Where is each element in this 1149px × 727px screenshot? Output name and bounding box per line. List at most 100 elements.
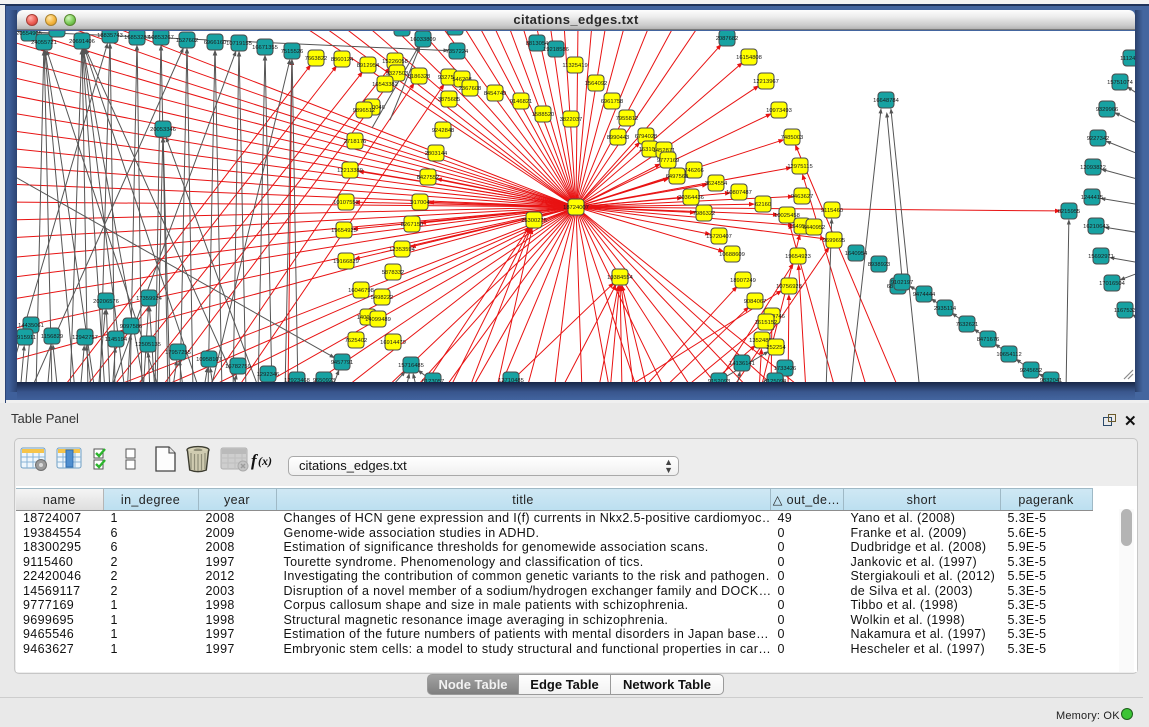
svg-text:8860124: 8860124: [331, 57, 354, 63]
svg-text:9245652: 9245652: [1020, 368, 1043, 374]
svg-text:1292346: 1292346: [257, 372, 280, 378]
svg-text:5878332: 5878332: [382, 270, 405, 276]
svg-text:9097586: 9097586: [120, 324, 143, 330]
svg-text:10107552: 10107552: [333, 200, 359, 206]
svg-text:1244415: 1244415: [1081, 195, 1104, 201]
svg-text:19654925: 19654925: [331, 228, 357, 234]
svg-text:17016504: 17016504: [1099, 281, 1126, 287]
svg-text:10958107: 10958107: [196, 357, 222, 363]
svg-text:20364436: 20364436: [678, 195, 704, 201]
svg-text:8267150: 8267150: [401, 222, 424, 228]
svg-text:20691406: 20691406: [69, 39, 95, 45]
svg-text:1588520: 1588520: [532, 112, 555, 118]
svg-text:9102197: 9102197: [891, 280, 914, 286]
svg-text:12213389: 12213389: [337, 168, 363, 174]
svg-text:15716485: 15716485: [398, 363, 424, 369]
svg-text:16154808: 16154808: [736, 55, 762, 61]
svg-text:10807487: 10807487: [726, 190, 752, 196]
svg-text:9699695: 9699695: [823, 238, 846, 244]
svg-text:18835743: 18835743: [97, 33, 123, 39]
svg-text:6966160: 6966160: [204, 40, 227, 46]
svg-text:9896512: 9896512: [353, 108, 376, 114]
svg-text:1527602: 1527602: [176, 38, 199, 44]
svg-text:2367608: 2367608: [459, 86, 482, 92]
svg-text:3624554: 3624554: [705, 181, 728, 187]
svg-text:16853287: 16853287: [124, 35, 150, 41]
svg-text:16782759: 16782759: [225, 364, 251, 370]
svg-text:3915911: 3915911: [17, 335, 36, 341]
svg-text:19166829: 19166829: [333, 259, 359, 265]
svg-text:252254: 252254: [766, 345, 786, 351]
svg-text:5498222: 5498222: [371, 295, 394, 301]
svg-text:8471676: 8471676: [977, 337, 1000, 343]
svg-text:6794028: 6794028: [635, 134, 658, 140]
svg-text:18724007: 18724007: [563, 205, 589, 211]
svg-text:7515526: 7515526: [281, 49, 304, 55]
svg-text:12353594: 12353594: [389, 247, 416, 253]
svg-text:917004: 917004: [410, 200, 430, 206]
svg-text:1640954: 1640954: [845, 251, 868, 257]
svg-text:8454749: 8454749: [484, 91, 507, 97]
svg-text:1167533: 1167533: [1114, 308, 1135, 314]
svg-text:20053346: 20053346: [150, 127, 176, 133]
svg-text:2718176: 2718176: [344, 139, 367, 145]
svg-text:7625402: 7625402: [345, 338, 368, 344]
svg-text:8912954: 8912954: [357, 63, 380, 69]
svg-text:17359924: 17359924: [136, 296, 163, 302]
svg-text:1112438: 1112438: [1120, 56, 1135, 62]
svg-text:12213967: 12213967: [753, 79, 779, 85]
svg-text:12975115: 12975115: [787, 164, 812, 170]
svg-text:19384554: 19384554: [607, 275, 634, 281]
svg-text:1615152: 1615152: [755, 320, 778, 326]
svg-text:9227342: 9227342: [1087, 136, 1110, 142]
svg-text:19654923: 19654923: [785, 254, 811, 260]
svg-text:2569115: 2569115: [46, 31, 68, 33]
svg-text:1733426: 1733426: [774, 366, 797, 372]
svg-text:15720407: 15720407: [706, 234, 732, 240]
svg-text:17957255: 17957255: [165, 350, 191, 356]
svg-text:8938923: 8938923: [868, 262, 891, 268]
svg-text:14435061: 14435061: [18, 323, 44, 329]
svg-text:16648784: 16648784: [873, 98, 900, 104]
svg-text:16210643: 16210643: [1083, 224, 1109, 230]
svg-text:62160: 62160: [755, 202, 771, 208]
svg-text:1156829: 1156829: [41, 334, 63, 340]
svg-text:7632621: 7632621: [956, 322, 979, 328]
svg-text:10654112: 10654112: [996, 352, 1021, 358]
svg-text:2803144: 2803144: [425, 151, 448, 157]
svg-text:11325419: 11325419: [562, 63, 587, 69]
svg-text:19404958: 19404958: [389, 31, 415, 32]
svg-text:16033809: 16033809: [410, 37, 436, 43]
svg-text:6497568: 6497568: [666, 174, 689, 180]
svg-text:25300275: 25300275: [521, 218, 547, 224]
svg-text:12942757: 12942757: [72, 335, 98, 341]
svg-text:14099489: 14099489: [365, 317, 391, 323]
svg-text:9115460: 9115460: [821, 208, 843, 214]
svg-text:9084067: 9084067: [744, 299, 767, 305]
svg-text:10853267: 10853267: [148, 35, 174, 41]
svg-text:14136141: 14136141: [729, 361, 755, 367]
svg-text:7357224: 7357224: [446, 49, 469, 55]
svg-text:2087682: 2087682: [716, 36, 739, 42]
svg-text:9242848: 9242848: [432, 128, 455, 134]
svg-text:10719155: 10719155: [226, 41, 252, 47]
svg-text:8990443: 8990443: [607, 135, 630, 141]
svg-text:3822037: 3822037: [560, 117, 583, 123]
svg-text:9146821: 9146821: [510, 99, 533, 105]
svg-text:3875685: 3875685: [438, 97, 461, 103]
svg-text:15692971: 15692971: [1088, 254, 1114, 260]
svg-text:6961758: 6961758: [601, 99, 624, 105]
svg-text:9329966: 9329966: [1096, 107, 1119, 113]
svg-text:10973493: 10973493: [766, 108, 792, 114]
svg-text:18907249: 18907249: [730, 278, 756, 284]
svg-text:15226058: 15226058: [382, 59, 408, 65]
svg-text:12505135: 12505135: [135, 342, 161, 348]
svg-text:1564092: 1564092: [585, 81, 608, 87]
svg-text:16671355: 16671355: [252, 45, 278, 51]
svg-text:19218586: 19218586: [543, 47, 569, 53]
svg-text:15751074: 15751074: [1107, 80, 1134, 86]
svg-text:9457791: 9457791: [331, 360, 354, 366]
svg-text:(x): (x): [258, 454, 272, 468]
svg-text:7663822: 7663822: [305, 56, 328, 62]
svg-text:7485003: 7485003: [781, 135, 804, 141]
